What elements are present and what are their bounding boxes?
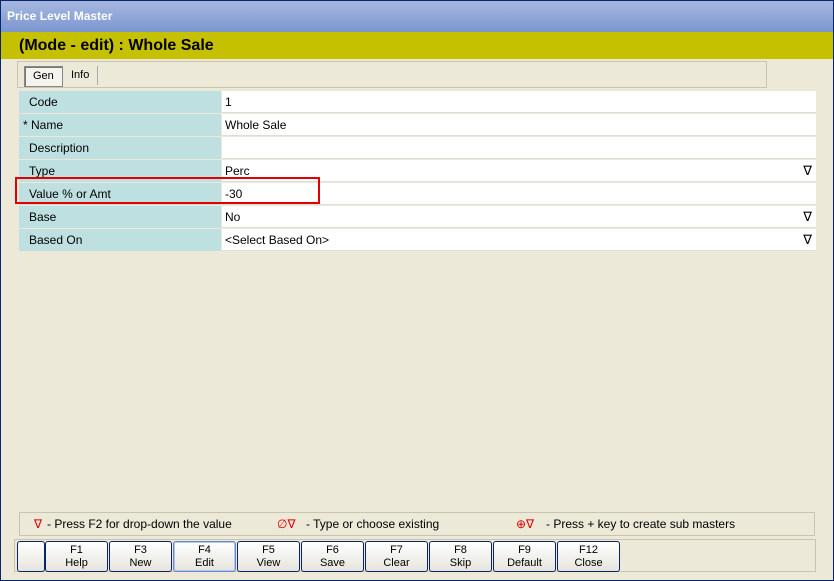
key-label: F9 [518,544,531,556]
field-label: Base [19,206,221,228]
button-label: Close [574,557,603,569]
key-label: F12 [579,544,598,556]
field-row-based-on: Based On <Select Based On> ∇ [19,229,816,252]
description-input[interactable] [222,137,816,159]
base-select[interactable]: No ∇ [222,206,816,228]
create-sub-master-icon: ⊕∇ [516,517,535,531]
based-on-value: <Select Based On> [225,233,330,247]
new-button[interactable]: F3 New [109,541,172,572]
field-row-base: Base No ∇ [19,206,816,229]
button-label: Skip [449,557,472,569]
base-value: No [225,210,241,224]
legend-existing-text: - Type or choose existing [306,517,440,531]
view-button[interactable]: F5 View [237,541,300,572]
based-on-select[interactable]: <Select Based On> ∇ [222,229,816,251]
save-button[interactable]: F6 Save [301,541,364,572]
button-label: Save [319,557,346,569]
tab-info[interactable]: Info [63,66,99,85]
edit-button[interactable]: F4 Edit [173,541,236,572]
tab-bar: Gen Info [17,61,767,88]
blank-button[interactable] [17,541,45,572]
highlight-box [15,177,320,204]
key-label: F8 [454,544,467,556]
default-button[interactable]: F9 Default [493,541,556,572]
close-button[interactable]: F12 Close [557,541,620,572]
button-label: Edit [195,557,214,569]
help-button[interactable]: F1 Help [45,541,108,572]
key-label: F7 [390,544,403,556]
field-label: * Name [19,114,221,136]
dropdown-icon: ∇ [34,517,43,531]
type-or-choose-icon: ∅∇ [277,517,296,531]
dropdown-icon[interactable]: ∇ [803,160,812,182]
code-input[interactable]: 1 [222,91,816,113]
legend-bar: ∇ - Press F2 for drop-down the value ∅∇ … [19,512,815,536]
tab-gen[interactable]: Gen [24,66,63,87]
key-label: F4 [198,544,211,556]
field-row-description: Description [19,137,816,160]
field-label: Description [19,137,221,159]
legend-dropdown-text: - Press F2 for drop-down the value [47,517,232,531]
button-label: Clear [383,557,410,569]
key-label: F5 [262,544,275,556]
button-label: Default [507,557,542,569]
type-value: Perc [225,164,250,178]
key-label: F3 [134,544,147,556]
field-row-name: * Name Whole Sale [19,114,816,137]
price-level-master-window: Price Level Master (Mode - edit) : Whole… [0,0,834,581]
name-input[interactable]: Whole Sale [222,114,816,136]
button-label: View [256,557,281,569]
window-title: Price Level Master [1,1,833,32]
button-label: Help [65,557,88,569]
clear-button[interactable]: F7 Clear [365,541,428,572]
button-label: New [129,557,152,569]
mode-bar: (Mode - edit) : Whole Sale [1,32,833,59]
function-key-bar: F1 Help F3 New F4 Edit F5 View F6 Save F7 Clea… [14,539,816,572]
key-label: F6 [326,544,339,556]
dropdown-icon[interactable]: ∇ [803,206,812,228]
field-label: Code [19,91,221,113]
field-row-code: Code 1 [19,91,816,114]
dropdown-icon[interactable]: ∇ [803,229,812,251]
key-label: F1 [70,544,83,556]
field-grid: Code 1 * Name Whole Sale Description Type P… [19,91,816,252]
skip-button[interactable]: F8 Skip [429,541,492,572]
field-label: Based On [19,229,221,251]
legend-sub-text: - Press + key to create sub masters [546,517,736,531]
